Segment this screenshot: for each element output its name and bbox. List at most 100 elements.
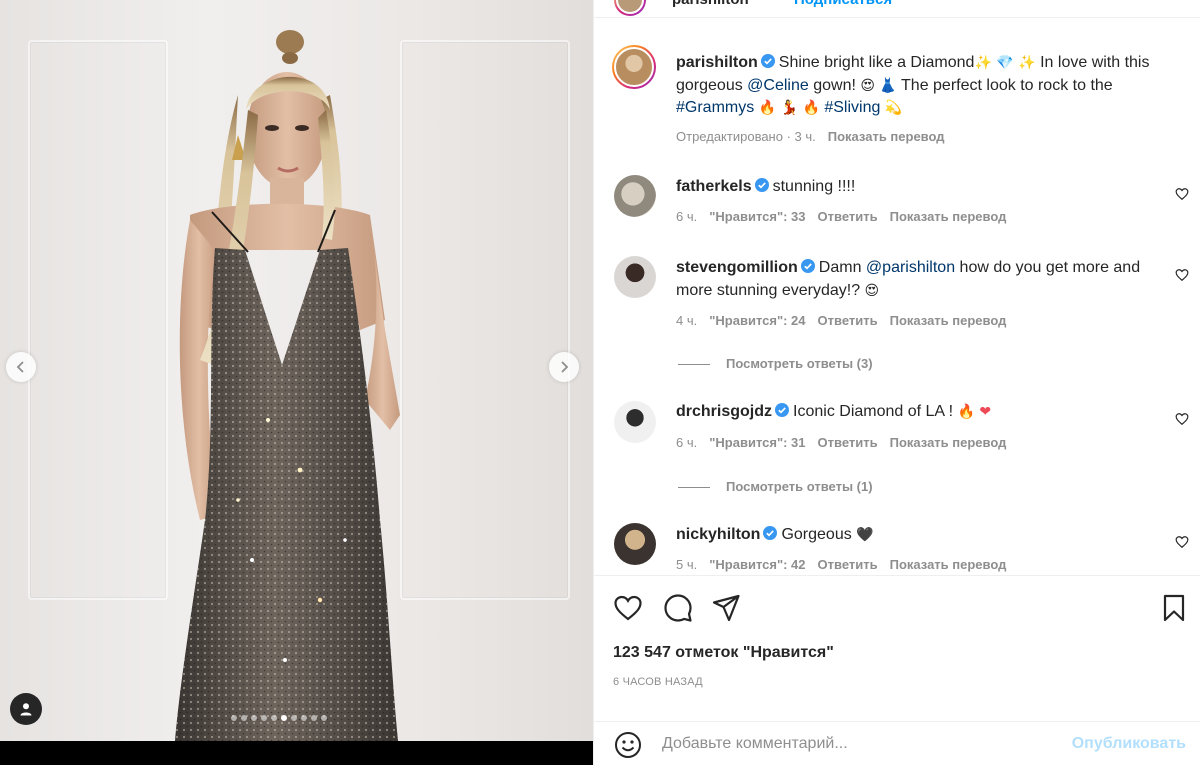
post-header: parishilton Подписаться <box>594 0 1200 18</box>
carousel-indicator <box>231 715 327 721</box>
avatar[interactable] <box>614 523 656 565</box>
reply-button[interactable]: Ответить <box>818 313 878 328</box>
hashtag-link[interactable]: #Sliving <box>824 99 880 116</box>
comment-username[interactable]: nickyhilton <box>676 526 760 543</box>
media-bottom-bar <box>0 741 593 765</box>
carousel-dot <box>231 715 237 721</box>
verified-badge-icon <box>800 259 815 273</box>
edited-label: Отредактировано · 3 ч. <box>676 129 816 144</box>
reply-button[interactable]: Ответить <box>818 209 878 224</box>
publish-button[interactable]: Опубликовать <box>1072 735 1186 753</box>
like-comment-heart-icon[interactable] <box>1175 412 1189 426</box>
like-comment-heart-icon[interactable] <box>1175 187 1189 201</box>
verified-badge-icon <box>754 178 769 192</box>
hashtag-link[interactable]: #Grammys <box>676 99 754 116</box>
avatar[interactable] <box>614 256 656 298</box>
reply-button[interactable]: Ответить <box>818 557 878 572</box>
view-replies-button[interactable]: Посмотреть ответы (3) <box>678 356 873 371</box>
post-side-panel: parishilton Подписаться parishilton Shine… <box>593 0 1200 765</box>
verified-badge-icon <box>775 403 790 417</box>
comment-username[interactable]: fatherkels <box>676 178 752 195</box>
comment-like-count[interactable]: "Нравится": 42 <box>709 557 805 572</box>
avatar[interactable] <box>614 175 656 217</box>
sparkles-diamond-emoji: ✨ 💎 ✨ <box>974 55 1036 71</box>
chevron-left-icon <box>16 361 24 373</box>
carousel-prev-button[interactable] <box>6 352 36 382</box>
follow-button[interactable]: Подписаться <box>794 0 892 8</box>
carousel-dot <box>251 715 257 721</box>
comment-text: stevengomillion Damn @parishilton how do … <box>676 257 1166 302</box>
verified-badge-icon <box>760 54 775 68</box>
show-translation-button[interactable]: Показать перевод <box>890 435 1007 450</box>
show-translation-button[interactable]: Показать перевод <box>890 557 1007 572</box>
comment-time: 6 ч. <box>676 209 698 224</box>
comment-body: Gorgeous <box>781 526 857 543</box>
caption-text: parishilton Shine bright like a Diamond✨ … <box>676 52 1176 120</box>
caption-part: gown! <box>808 76 861 94</box>
like-heart-icon[interactable] <box>613 593 643 623</box>
comment-time: 4 ч. <box>676 313 698 328</box>
user-icon <box>20 703 32 716</box>
avatar[interactable] <box>612 45 656 89</box>
comment-time: 6 ч. <box>676 435 698 450</box>
comment-text: drchrisgojdz Iconic Diamond of LA ! 🔥 ❤ <box>676 401 1156 424</box>
carousel-dot <box>261 715 267 721</box>
mention-link[interactable]: @parishilton <box>866 259 955 276</box>
tagged-users-button[interactable] <box>10 693 42 725</box>
caption-part: The perfect look to rock to the <box>896 76 1113 94</box>
mention-link[interactable]: @Celine <box>747 77 809 94</box>
comment-meta: 6 ч. "Нравится": 31 Ответить Показать перев… <box>676 435 1018 450</box>
carousel-dot-active <box>281 715 287 721</box>
like-comment-heart-icon[interactable] <box>1175 535 1189 549</box>
comment-text: nickyhilton Gorgeous 🖤 <box>676 524 1156 547</box>
caption-part: Shine bright like a Diamond <box>778 54 975 71</box>
carousel-dot <box>241 715 247 721</box>
comment-like-count[interactable]: "Нравится": 33 <box>709 209 805 224</box>
fire-heart-emoji: 🔥 ❤ <box>957 404 992 420</box>
avatar[interactable] <box>614 0 646 16</box>
share-send-icon[interactable] <box>711 593 741 623</box>
comment-time: 5 ч. <box>676 557 698 572</box>
post-timestamp[interactable]: 6 ЧАСОВ НАЗАД <box>613 676 703 688</box>
heart-eyes-emoji: 😍 <box>864 282 880 299</box>
view-replies-label: Посмотреть ответы (1) <box>726 479 873 494</box>
comments-list[interactable]: parishilton Shine bright like a Diamond✨ … <box>594 19 1200 572</box>
emoji-picker-icon[interactable] <box>614 731 642 759</box>
comment-body: Iconic Diamond of LA ! <box>793 403 958 420</box>
comment-meta: 6 ч. "Нравится": 33 Ответить Показать перев… <box>676 209 1018 224</box>
replies-divider <box>678 487 710 489</box>
comment-like-count[interactable]: "Нравится": 24 <box>709 313 805 328</box>
heart-eyes-dress-emoji: 😍 👗 <box>860 77 897 94</box>
caption-meta: Отредактировано · 3 ч. Показать перевод <box>676 129 957 144</box>
view-replies-button[interactable]: Посмотреть ответы (1) <box>678 479 873 494</box>
comment-body: stunning !!!! <box>772 178 856 195</box>
like-comment-heart-icon[interactable] <box>1175 268 1189 282</box>
header-username[interactable]: parishilton <box>672 0 749 8</box>
comment-icon[interactable] <box>663 593 693 623</box>
post-actions: 123 547 отметок "Нравится" 6 ЧАСОВ НАЗАД <box>594 575 1200 730</box>
post-media[interactable] <box>0 0 593 741</box>
post-photo <box>175 30 400 741</box>
show-translation-button[interactable]: Показать перевод <box>828 129 945 144</box>
show-translation-button[interactable]: Показать перевод <box>890 313 1007 328</box>
comment-composer: Опубликовать <box>594 721 1200 765</box>
save-bookmark-icon[interactable] <box>1159 593 1189 623</box>
view-replies-label: Посмотреть ответы (3) <box>726 356 873 371</box>
like-count[interactable]: 123 547 отметок "Нравится" <box>613 644 834 662</box>
comment-username[interactable]: drchrisgojdz <box>676 403 772 420</box>
replies-divider <box>678 364 710 366</box>
carousel-next-button[interactable] <box>549 352 579 382</box>
show-translation-button[interactable]: Показать перевод <box>890 209 1007 224</box>
comment-input[interactable] <box>662 731 1052 757</box>
comment-like-count[interactable]: "Нравится": 31 <box>709 435 805 450</box>
carousel-dot <box>301 715 307 721</box>
reply-button[interactable]: Ответить <box>818 435 878 450</box>
fire-dancer-emoji: 🔥 💃 🔥 <box>754 100 825 116</box>
carousel-dot <box>321 715 327 721</box>
carousel-dot <box>271 715 277 721</box>
caption-username[interactable]: parishilton <box>676 54 758 71</box>
comment-username[interactable]: stevengomillion <box>676 259 798 276</box>
comment-meta: 4 ч. "Нравится": 24 Ответить Показать перев… <box>676 313 1018 328</box>
avatar[interactable] <box>614 401 656 443</box>
comment-text: fatherkels stunning !!!! <box>676 176 1156 199</box>
